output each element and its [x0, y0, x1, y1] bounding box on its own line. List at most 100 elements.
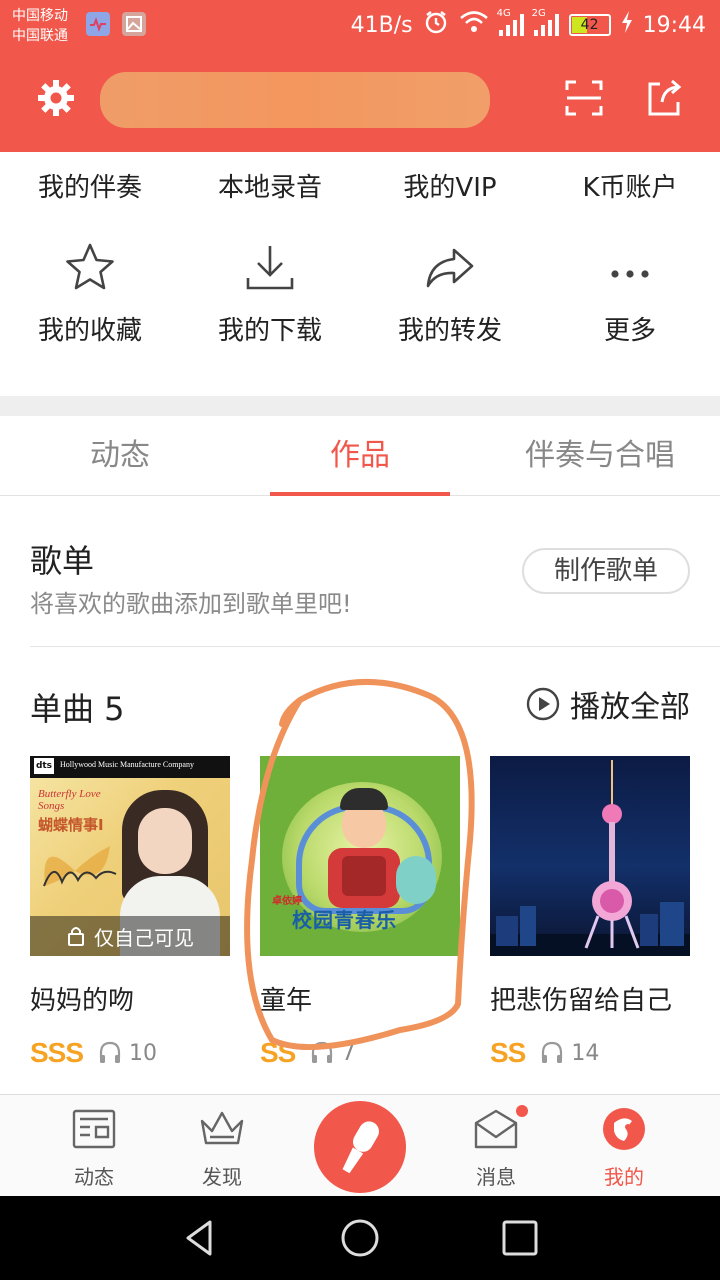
dts-logo: dts [34, 758, 54, 774]
home-icon[interactable] [340, 1218, 380, 1258]
cover-label: Hollywood Music Manufacture Company [60, 760, 194, 769]
private-label: 仅自己可见 [94, 925, 194, 950]
nav-discover[interactable]: 发现 [172, 1107, 272, 1190]
gallery-app-icon [122, 12, 146, 36]
menu-my-forwards[interactable]: 我的转发 [360, 240, 540, 370]
menu-label: 我的收藏 [37, 316, 142, 346]
backpack [342, 856, 386, 896]
album-cover[interactable]: 卓依婷 校园青春乐 [260, 756, 460, 956]
crown-icon [200, 1111, 244, 1145]
signal-2g-icon: 2G [532, 8, 559, 36]
nav-label: 发现 [202, 1165, 242, 1189]
nav-feed[interactable]: 动态 [44, 1107, 144, 1190]
playlist-subtitle: 将喜欢的歌曲添加到歌单里吧! [30, 590, 352, 618]
menu-label: 更多 [603, 316, 656, 346]
play-all-button[interactable]: 播放全部 [526, 684, 690, 725]
menu-my-vip[interactable]: 我的VIP [360, 160, 540, 216]
forward-icon [426, 248, 474, 288]
sing-button[interactable] [314, 1101, 406, 1193]
me-icon [603, 1108, 645, 1150]
song-title[interactable]: 妈妈的吻 [30, 980, 230, 1017]
status-bar: 中国移动 中国联通 41B/s 4G 2G 42 19:44 [0, 0, 720, 50]
private-badge: 仅自己可见 [30, 916, 230, 956]
menu-label: 我的转发 [397, 316, 502, 346]
nav-label: 动态 [74, 1165, 114, 1189]
song-card[interactable]: 卓依婷 校园青春乐 童年 SS 7 [260, 756, 460, 1069]
menu-my-accompaniment[interactable]: 我的伴奏 [0, 160, 180, 216]
playlist-title: 歌单 [30, 542, 95, 580]
lock-icon [68, 927, 84, 946]
charging-icon [621, 11, 633, 39]
menu-my-downloads[interactable]: 我的下载 [180, 240, 360, 370]
bottom-nav: 动态 发现 消息 我的 [0, 1094, 720, 1196]
nickname-redacted [100, 72, 490, 128]
carrier-1: 中国移动 [12, 8, 68, 24]
net-speed: 41B/s [350, 12, 413, 38]
song-title[interactable]: 把悲伤留给自己 [490, 980, 690, 1017]
tab-feed[interactable]: 动态 [0, 416, 240, 495]
score-grade: SS [490, 1037, 526, 1068]
status-right: 41B/s 4G 2G 42 19:44 [350, 8, 706, 41]
headphones-icon [312, 1041, 333, 1063]
cover-title-cn: 校园青春乐 [292, 908, 397, 932]
singles-title: 单曲 5 [30, 690, 125, 728]
play-all-label: 播放全部 [570, 690, 690, 725]
cover-series: Butterfly Love Songs [38, 788, 101, 812]
listen-count: 14 [539, 1040, 599, 1066]
divider [30, 646, 720, 647]
star-icon [66, 243, 114, 290]
clock: 19:44 [642, 12, 706, 38]
gear-icon[interactable] [36, 78, 76, 118]
signature-icon [43, 870, 117, 887]
mail-icon [474, 1109, 518, 1149]
profile-header [0, 50, 720, 152]
listen-count: 7 [309, 1040, 355, 1066]
section-separator [0, 396, 720, 416]
battery-icon: 42 [568, 14, 611, 36]
top-bar: 中国移动 中国联通 41B/s 4G 2G 42 19:44 [0, 0, 720, 152]
menu-label: 我的下载 [217, 316, 322, 346]
nav-label: 消息 [476, 1165, 516, 1189]
song-meta: SS 7 [260, 1037, 460, 1069]
scan-icon[interactable] [564, 78, 604, 118]
feed-icon [72, 1109, 116, 1149]
signal-4g-icon: 4G [497, 8, 524, 36]
headphones-icon [542, 1041, 563, 1063]
nav-messages[interactable]: 消息 [446, 1105, 546, 1190]
portrait-face [138, 808, 192, 874]
score-grade: SSS [30, 1037, 84, 1068]
menu-my-favorites[interactable]: 我的收藏 [0, 240, 180, 370]
menu-more[interactable]: 更多 [540, 240, 720, 370]
menu-k-coin-account[interactable]: K币账户 [540, 160, 720, 216]
nav-me[interactable]: 我的 [574, 1107, 674, 1190]
share-icon[interactable] [644, 78, 684, 118]
tab-works[interactable]: 作品 [240, 416, 480, 496]
health-app-icon [86, 12, 110, 36]
listen-count: 10 [97, 1040, 157, 1066]
song-meta: SSS 10 [30, 1037, 230, 1069]
play-circle-icon [526, 687, 560, 721]
portrait-hair [340, 788, 388, 810]
song-card[interactable]: 把悲伤留给自己 SS 14 [490, 756, 690, 1069]
carrier-2: 中国联通 [12, 28, 68, 44]
nav-label: 我的 [604, 1165, 644, 1189]
menu-row-primary: 我的伴奏 本地录音 我的VIP K币账户 [0, 160, 720, 216]
album-cover[interactable] [490, 756, 690, 956]
system-nav-bar [0, 1196, 720, 1280]
menu-local-recording[interactable]: 本地录音 [180, 160, 360, 216]
menu-row-secondary: 我的收藏 我的下载 我的转发 更多 [0, 240, 720, 370]
create-playlist-button[interactable]: 制作歌单 [522, 548, 690, 594]
dinosaur-toy [396, 856, 436, 904]
headphones-icon [99, 1041, 121, 1063]
download-icon [246, 246, 294, 290]
carrier-info: 中国移动 中国联通 [12, 6, 68, 46]
back-icon[interactable] [180, 1218, 220, 1258]
alarm-icon [423, 9, 449, 41]
album-cover[interactable]: dts Hollywood Music Manufacture Company … [30, 756, 230, 956]
song-card[interactable]: dts Hollywood Music Manufacture Company … [30, 756, 230, 1069]
content-tabs: 动态 作品 伴奏与合唱 [0, 416, 720, 496]
song-title[interactable]: 童年 [260, 980, 460, 1017]
tab-accompaniment-chorus[interactable]: 伴奏与合唱 [480, 416, 720, 495]
recents-icon[interactable] [500, 1218, 540, 1258]
pearl-tower-image [490, 760, 690, 956]
